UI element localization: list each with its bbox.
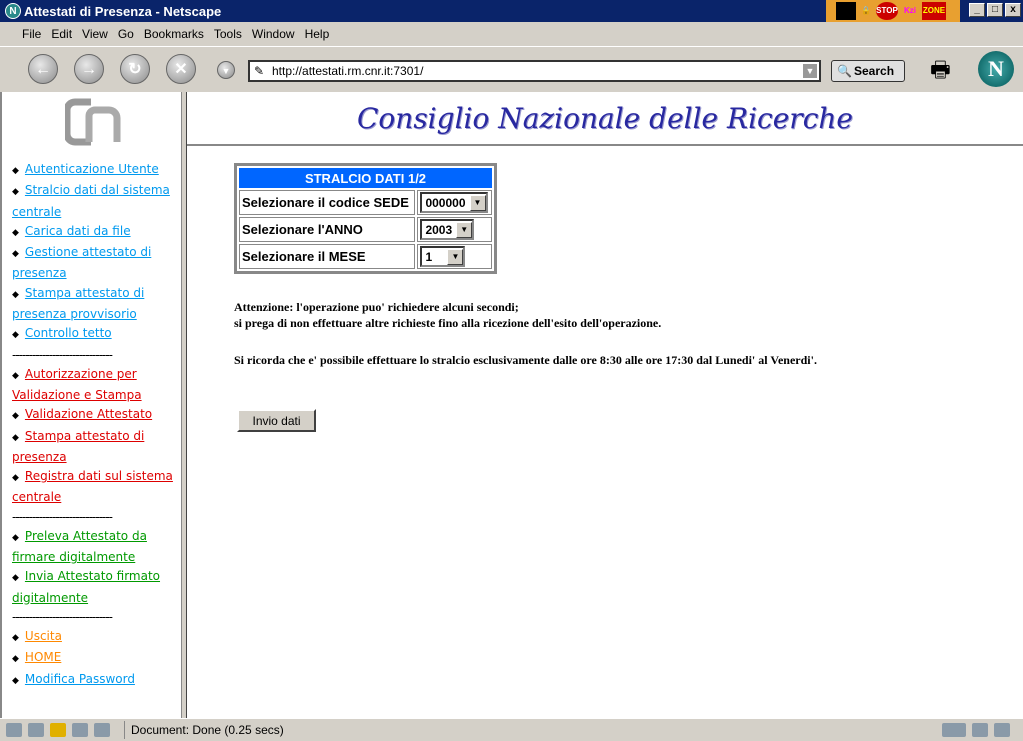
link-registra-dati[interactable]: Registra dati sul sistema centrale: [12, 469, 173, 504]
sidebar-nav: ◆ Autenticazione Utente ◆ Stralcio dati da…: [12, 160, 180, 691]
hours-notice: Si ricorda che e' possibile effettuare l…: [234, 353, 817, 367]
history-dropdown-icon[interactable]: ▼: [217, 61, 235, 79]
instant-messenger-icon[interactable]: [50, 723, 66, 737]
link-stampa-provvisorio[interactable]: Stampa attestato di presenza provvisorio: [12, 286, 144, 321]
sede-label: Selezionare il codice SEDE: [239, 190, 416, 215]
maximize-button[interactable]: □: [987, 3, 1003, 17]
sede-select[interactable]: 000000 ▼: [420, 192, 488, 213]
tray-icons: 🔒 STOP Kzi ZONE: [826, 0, 960, 22]
separator: ------------------------------: [12, 509, 113, 524]
menu-edit[interactable]: Edit: [51, 27, 72, 41]
magnifier-icon: 🔍: [837, 64, 852, 78]
title-bar: N Attestati di Presenza - Netscape 🔒 STO…: [0, 0, 1023, 22]
navigator-icon[interactable]: [6, 723, 22, 737]
table-row: Selezionare l'ANNO 2003 ▼: [239, 217, 492, 242]
main-content: Consiglio Nazionale delle Ricerche STRAL…: [187, 92, 1023, 718]
link-validazione-attestato[interactable]: Validazione Attestato: [25, 407, 152, 421]
table-row: Selezionare il codice SEDE 000000 ▼: [239, 190, 492, 215]
navigation-toolbar: ← → ↻ ✕ ▼ ✎ http://attestati.rm.cnr.it:7…: [0, 46, 1023, 92]
mese-label: Selezionare il MESE: [239, 244, 416, 269]
link-controllo-tetto[interactable]: Controllo tetto: [25, 326, 112, 340]
separator: ------------------------------: [12, 609, 113, 624]
stop-icon: STOP: [876, 2, 898, 20]
sidebar: ◆ Autenticazione Utente ◆ Stralcio dati da…: [0, 92, 182, 718]
page-title: Consiglio Nazionale delle Ricerche: [357, 102, 853, 135]
link-modifica-password[interactable]: Modifica Password: [25, 672, 135, 686]
security-lock-icon[interactable]: [994, 723, 1010, 737]
menu-tools[interactable]: Tools: [214, 27, 242, 41]
menu-bar: File Edit View Go Bookmarks Tools Window…: [0, 24, 1023, 44]
search-button[interactable]: 🔍 Search: [831, 60, 905, 82]
lock-icon: 🔒: [861, 6, 871, 15]
page-header: Consiglio Nazionale delle Ricerche: [187, 92, 1023, 146]
privacy-icon[interactable]: [972, 723, 988, 737]
back-button[interactable]: ←: [28, 54, 58, 84]
separator: ------------------------------: [12, 347, 113, 362]
table-row: Selezionare il MESE 1 ▼: [239, 244, 492, 269]
minimize-button[interactable]: _: [969, 3, 985, 17]
menu-go[interactable]: Go: [118, 27, 134, 41]
zonealarm-icon: ZONE: [922, 2, 946, 20]
reload-button[interactable]: ↻: [120, 54, 150, 84]
anno-label: Selezionare l'ANNO: [239, 217, 416, 242]
black-square-icon: [836, 2, 856, 20]
link-preleva-attestato[interactable]: Preleva Attestato da firmare digitalment…: [12, 529, 147, 564]
link-gestione-attestato[interactable]: Gestione attestato di presenza: [12, 245, 151, 280]
cnr-logo: [65, 98, 121, 146]
link-stralcio-dati[interactable]: Stralcio dati dal sistema centrale: [12, 183, 170, 218]
stralcio-form: STRALCIO DATI 1/2 Selezionare il codice …: [234, 163, 497, 274]
status-bar: Document: Done (0.25 secs): [0, 718, 1023, 741]
form-title: STRALCIO DATI 1/2: [239, 168, 492, 188]
link-invia-attestato[interactable]: Invia Attestato firmato digitalmente: [12, 569, 160, 604]
url-field[interactable]: ✎ http://attestati.rm.cnr.it:7301/ ▼: [248, 60, 821, 82]
invio-dati-button[interactable]: Invio dati: [237, 409, 316, 432]
netscape-throbber-icon[interactable]: N: [978, 51, 1014, 87]
chevron-down-icon: ▼: [456, 221, 473, 238]
stop-button[interactable]: ✕: [166, 54, 196, 84]
link-uscita[interactable]: Uscita: [25, 629, 62, 643]
address-book-icon[interactable]: [94, 723, 110, 737]
netscape-icon: N: [5, 3, 21, 19]
chevron-down-icon: ▼: [447, 248, 464, 265]
menu-file[interactable]: File: [22, 27, 41, 41]
link-carica-dati[interactable]: Carica dati da file: [25, 224, 131, 238]
chevron-down-icon: ▼: [469, 194, 486, 211]
status-text: Document: Done (0.25 secs): [124, 721, 934, 739]
kzi-icon: Kzi: [904, 6, 916, 15]
link-autenticazione-utente[interactable]: Autenticazione Utente: [25, 162, 159, 176]
warning-line-2: si prega di non effettuare altre richies…: [234, 316, 662, 330]
link-stampa-attestato[interactable]: Stampa attestato di presenza: [12, 429, 144, 464]
page-proxy-icon: ✎: [254, 64, 265, 78]
link-autorizzazione[interactable]: Autorizzazione per Validazione e Stampa: [12, 367, 142, 402]
anno-select[interactable]: 2003 ▼: [420, 219, 475, 240]
close-button[interactable]: x: [1005, 3, 1021, 17]
url-dropdown-icon[interactable]: ▼: [803, 64, 817, 78]
menu-help[interactable]: Help: [305, 27, 330, 41]
mese-select[interactable]: 1 ▼: [420, 246, 466, 267]
messages: Attenzione: l'operazione puo' richiedere…: [234, 299, 817, 368]
warning-line-1: Attenzione: l'operazione puo' richiedere…: [234, 300, 519, 314]
print-icon[interactable]: 🖶: [930, 53, 958, 82]
forward-button[interactable]: →: [74, 54, 104, 84]
mail-icon[interactable]: [28, 723, 44, 737]
menu-window[interactable]: Window: [252, 27, 295, 41]
online-connection-icon[interactable]: [942, 723, 966, 737]
menu-view[interactable]: View: [82, 27, 108, 41]
link-home[interactable]: HOME: [25, 650, 61, 664]
composer-icon[interactable]: [72, 723, 88, 737]
window-title: Attestati di Presenza - Netscape: [24, 3, 222, 19]
menu-bookmarks[interactable]: Bookmarks: [144, 27, 204, 41]
